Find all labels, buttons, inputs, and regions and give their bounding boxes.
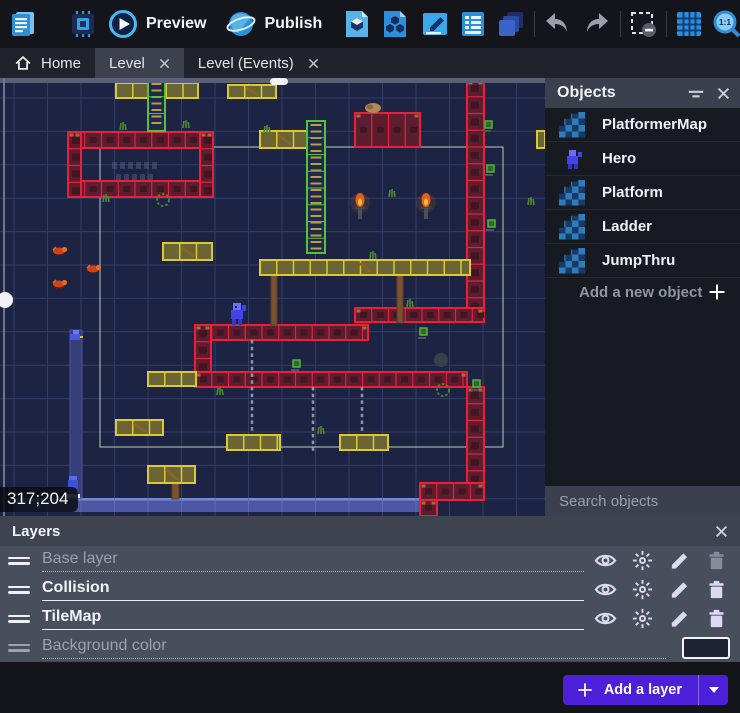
- layers-panel-header: Layers: [0, 516, 740, 546]
- object-item-platformermap[interactable]: PlatformerMap: [545, 108, 740, 142]
- layers-panel: Layers Base layer Collision TileMap: [0, 516, 740, 662]
- zoom-one-to-one-icon[interactable]: 1:1: [712, 9, 740, 39]
- svg-text:1:1: 1:1: [719, 17, 732, 27]
- object-item-label: PlatformerMap: [602, 116, 707, 133]
- object-item-jumpthru[interactable]: JumpThru: [545, 244, 740, 278]
- plus-icon: [577, 682, 593, 698]
- platform-thumbnail-icon: [559, 180, 585, 206]
- deselect-icon[interactable]: [628, 9, 658, 39]
- drag-handle-icon[interactable]: [8, 612, 30, 626]
- effects-icon[interactable]: [631, 578, 654, 601]
- add-object-icon[interactable]: [342, 9, 372, 39]
- ladder-thumbnail-icon: [559, 214, 585, 240]
- edit-pencil-icon[interactable]: [668, 578, 691, 601]
- hero-thumbnail-icon: [559, 146, 585, 172]
- background-color-swatch[interactable]: [682, 637, 730, 659]
- edit-pencil-icon[interactable]: [668, 549, 691, 572]
- close-icon[interactable]: [715, 525, 728, 538]
- object-item-label: Hero: [602, 150, 636, 167]
- close-icon[interactable]: [308, 58, 319, 69]
- home-icon: [14, 54, 32, 72]
- object-item-label: JumpThru: [602, 252, 675, 269]
- layer-row-background-color: Background color: [0, 633, 740, 662]
- level-map[interactable]: [0, 78, 545, 516]
- chevron-down-icon: [709, 687, 719, 693]
- objects-panel-title: Objects: [557, 84, 675, 102]
- tab-home-label: Home: [41, 55, 81, 72]
- scene-editor-canvas[interactable]: 317;204: [0, 78, 545, 516]
- object-item-label: Platform: [602, 184, 663, 201]
- layer-name[interactable]: Background color: [42, 637, 167, 654]
- drag-handle-icon[interactable]: [8, 554, 30, 568]
- add-new-object-button[interactable]: Add a new object: [545, 278, 740, 306]
- add-layer-label: Add a layer: [604, 682, 682, 698]
- plus-icon: [708, 283, 726, 301]
- visibility-eye-icon[interactable]: [594, 578, 617, 601]
- objects-group-icon[interactable]: [380, 9, 410, 39]
- main-toolbar: Preview Publish 1:1: [0, 0, 740, 48]
- objects-panel-header: Objects: [545, 78, 740, 108]
- tab-level-label: Level: [109, 55, 145, 72]
- effects-icon[interactable]: [631, 607, 654, 630]
- toolbar-separator: [534, 11, 535, 37]
- tab-level-events-label: Level (Events): [198, 55, 294, 72]
- layer-row-base-layer: Base layer: [0, 546, 740, 575]
- delete-trash-icon[interactable]: [705, 578, 728, 601]
- toolbar-separator: [620, 11, 621, 37]
- layer-row-collision: Collision: [0, 575, 740, 604]
- visibility-eye-icon[interactable]: [594, 607, 617, 630]
- jumpthru-thumbnail-icon: [559, 248, 585, 274]
- debugger-icon[interactable]: [68, 9, 98, 39]
- add-new-object-label: Add a new object: [579, 284, 708, 301]
- tab-bar: Home Level Level (Events): [0, 48, 740, 78]
- tab-level-events[interactable]: Level (Events): [184, 48, 333, 78]
- layer-row-tilemap: TileMap: [0, 604, 740, 633]
- object-item-platform[interactable]: Platform: [545, 176, 740, 210]
- objects-panel-empty-space: [545, 306, 740, 486]
- filter-icon[interactable]: [687, 84, 705, 102]
- edit-pencil-icon[interactable]: [668, 607, 691, 630]
- undo-icon[interactable]: [542, 9, 572, 39]
- grid-icon[interactable]: [674, 9, 704, 39]
- close-icon[interactable]: [717, 87, 730, 100]
- objects-panel: Objects PlatformerMap Hero Platform Ladd…: [545, 78, 740, 516]
- add-layer-button[interactable]: Add a layer: [563, 675, 728, 705]
- layer-name[interactable]: TileMap: [42, 608, 101, 625]
- edit-scene-icon[interactable]: [420, 9, 450, 39]
- effects-icon[interactable]: [631, 549, 654, 572]
- publish-icon[interactable]: [226, 9, 256, 39]
- search-objects-input[interactable]: [557, 492, 740, 511]
- events-list-icon[interactable]: [458, 9, 488, 39]
- object-item-hero[interactable]: Hero: [545, 142, 740, 176]
- delete-trash-icon[interactable]: [705, 549, 728, 572]
- tab-level[interactable]: Level: [95, 48, 184, 78]
- close-icon[interactable]: [159, 58, 170, 69]
- layer-name[interactable]: Collision: [42, 579, 110, 596]
- layers-stack-icon[interactable]: [496, 9, 526, 39]
- delete-trash-icon[interactable]: [705, 607, 728, 630]
- search-objects-bar: [545, 486, 740, 516]
- preview-icon[interactable]: [108, 9, 138, 39]
- tilemap-thumbnail-icon: [559, 112, 585, 138]
- drag-handle-icon[interactable]: [8, 583, 30, 597]
- object-item-label: Ladder: [602, 218, 652, 235]
- cursor-coordinates: 317;204: [0, 487, 78, 512]
- visibility-eye-icon[interactable]: [594, 549, 617, 572]
- add-layer-dropdown-button[interactable]: [699, 675, 728, 705]
- publish-label[interactable]: Publish: [264, 15, 322, 33]
- tab-home[interactable]: Home: [0, 48, 95, 78]
- drag-handle-icon[interactable]: [8, 641, 30, 655]
- project-manager-icon[interactable]: [8, 9, 38, 39]
- object-item-ladder[interactable]: Ladder: [545, 210, 740, 244]
- toolbar-separator: [666, 11, 667, 37]
- redo-icon[interactable]: [582, 9, 612, 39]
- layers-panel-title: Layers: [12, 523, 715, 540]
- bottom-bar: Add a layer: [0, 662, 740, 713]
- preview-label[interactable]: Preview: [146, 15, 206, 33]
- layer-name[interactable]: Base layer: [42, 550, 118, 567]
